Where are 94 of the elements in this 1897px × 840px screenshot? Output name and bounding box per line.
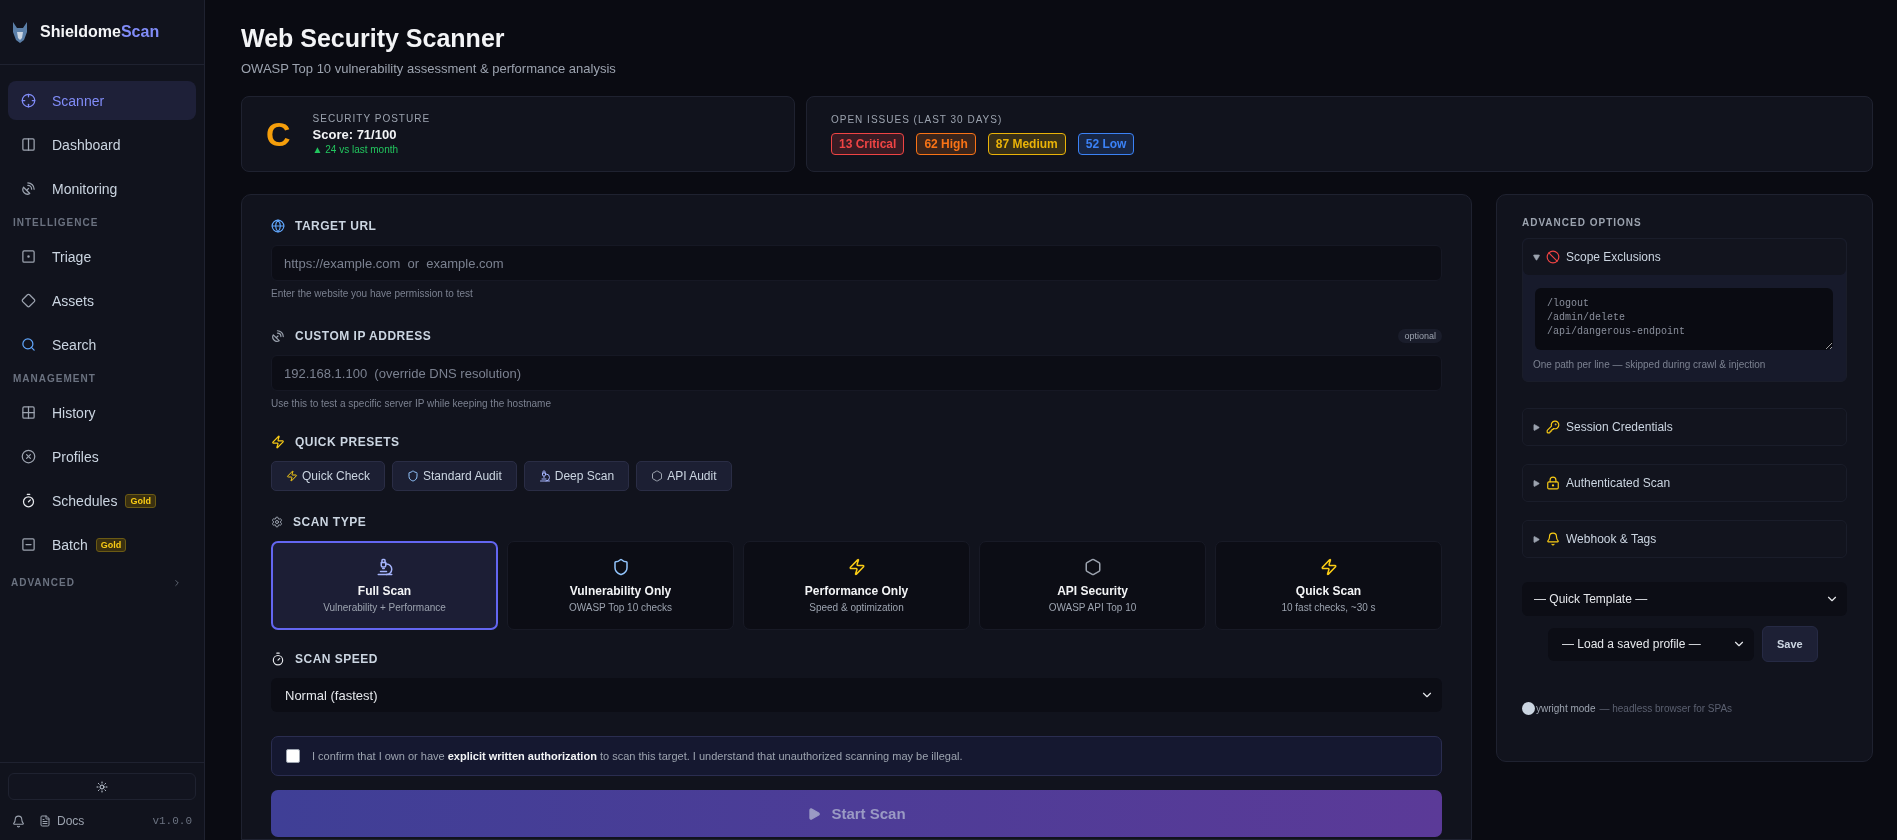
score-text: Score: 71/100 bbox=[312, 127, 398, 142]
issue-count-badge: 52 Low bbox=[1077, 132, 1135, 155]
stopwatch-icon bbox=[271, 652, 285, 666]
satellite-dish-icon bbox=[271, 329, 285, 343]
toggle-label: ywright mode bbox=[1536, 703, 1596, 714]
field-label: QUICK PRESETS bbox=[295, 435, 400, 449]
help-text: Use this to test a specific server IP while keeping the hostname bbox=[271, 398, 552, 409]
nav-item[interactable]: Assets bbox=[8, 281, 196, 320]
stopwatch-icon bbox=[21, 493, 36, 508]
prohibited-icon bbox=[1546, 250, 1560, 264]
grade-letter: C bbox=[266, 114, 291, 154]
issue-count-badge: 87 Medium bbox=[987, 132, 1066, 155]
square-minus-icon bbox=[21, 537, 36, 552]
field-label: SCAN SPEED bbox=[295, 652, 379, 666]
toggle-hint: — headless browser for SPAs bbox=[1599, 703, 1733, 714]
bell-icon bbox=[1546, 532, 1560, 546]
consent-text: I confirm that I own or have explicit written authorization to scan this target. I understand that unauthorized scanning may be illegal. bbox=[312, 750, 963, 762]
hexagon-icon bbox=[1083, 558, 1102, 576]
crosshair-icon bbox=[21, 93, 36, 108]
issue-count-badge: 62 High bbox=[916, 132, 976, 155]
card-label: SECURITY POSTURE bbox=[312, 113, 431, 124]
key-icon bbox=[1546, 420, 1560, 434]
checkbox[interactable] bbox=[286, 749, 300, 763]
nav-item[interactable]: Monitoring bbox=[8, 169, 196, 208]
columns-icon bbox=[21, 137, 36, 152]
field-label: TARGET URL bbox=[295, 219, 377, 233]
accordion-header[interactable]: Scope Exclusions bbox=[1523, 239, 1846, 275]
gear-icon bbox=[271, 516, 283, 528]
microscope-icon bbox=[375, 558, 394, 576]
grid-icon bbox=[21, 405, 36, 420]
input-field[interactable]: 192.168.1.100 (override DNS resolution) bbox=[271, 355, 1442, 391]
template-select[interactable]: — Quick Template — bbox=[1522, 582, 1847, 616]
preset-button[interactable]: Deep Scan bbox=[523, 461, 630, 491]
tier-badge: Gold bbox=[95, 537, 127, 552]
search-icon bbox=[21, 337, 36, 352]
scan-type-option[interactable]: Vulnerability Only OWASP Top 10 checks bbox=[507, 541, 734, 630]
panel-title: ADVANCED OPTIONS bbox=[1522, 217, 1643, 228]
shield-icon bbox=[407, 470, 420, 482]
tier-badge: Gold bbox=[125, 493, 156, 508]
help-text: One path per line — skipped during crawl & injection bbox=[1532, 358, 1767, 372]
page-subtitle: OWASP Top 10 vulnerability assessment & performance analysis bbox=[241, 61, 617, 76]
nav-item[interactable]: Dashboard bbox=[8, 125, 196, 164]
scan-type-option[interactable]: Performance Only Speed & optimization bbox=[743, 541, 970, 630]
version-label: v1.0.0 bbox=[152, 815, 192, 827]
lightning-icon bbox=[847, 558, 866, 576]
preset-button[interactable]: API Audit bbox=[636, 461, 732, 491]
scan-type-option[interactable]: Quick Scan 10 fast checks, ~30 s bbox=[1215, 541, 1442, 630]
advanced-section-toggle[interactable]: ADVANCED bbox=[0, 569, 204, 588]
nav-item[interactable]: Search bbox=[8, 325, 196, 364]
field-label: CUSTOM IP ADDRESS bbox=[295, 329, 432, 343]
exclusions-textarea[interactable]: /logout /admin/delete /api/dangerous-endpoint bbox=[1535, 288, 1833, 350]
nav-item[interactable]: Scanner bbox=[8, 81, 196, 120]
help-text: Enter the website you have permission to test bbox=[271, 288, 474, 299]
sun-icon bbox=[96, 780, 108, 793]
docs-link[interactable]: Docs bbox=[39, 814, 85, 828]
lock-icon bbox=[1546, 476, 1560, 490]
issue-count-badge: 13 Critical bbox=[831, 132, 905, 155]
fox-logo-icon bbox=[10, 20, 30, 44]
lightning-icon bbox=[286, 470, 298, 482]
satellite-dish-icon bbox=[21, 181, 36, 196]
profile-select[interactable]: — Load a saved profile — bbox=[1548, 627, 1754, 661]
scan-type-option[interactable]: Full Scan Vulnerability + Performance bbox=[271, 541, 498, 630]
card-label: OPEN ISSUES (LAST 30 DAYS) bbox=[831, 113, 1004, 125]
field-label: SCAN TYPE bbox=[293, 515, 367, 529]
hexagon-icon bbox=[651, 470, 664, 482]
play-icon bbox=[807, 806, 822, 821]
nav-section-title: MANAGEMENT bbox=[12, 372, 97, 386]
nav-item[interactable]: Triage bbox=[8, 237, 196, 276]
scan-speed-select[interactable]: Normal (fastest) bbox=[271, 678, 1442, 712]
scan-type-option[interactable]: API Security OWASP API Top 10 bbox=[979, 541, 1206, 630]
circle-x-icon bbox=[21, 449, 36, 464]
input-field[interactable]: https://example.com or example.com bbox=[271, 245, 1442, 281]
lightning-icon bbox=[1319, 558, 1338, 576]
page-title: Web Security Scanner bbox=[241, 24, 506, 53]
optional-tag: optional bbox=[1398, 329, 1442, 343]
preset-button[interactable]: Standard Audit bbox=[392, 461, 517, 491]
nav-item[interactable]: Schedules Gold bbox=[8, 481, 196, 520]
diamond-icon bbox=[21, 293, 36, 308]
toggle-knob[interactable] bbox=[1522, 702, 1535, 715]
score-change: ▲ 24 vs last month bbox=[312, 144, 400, 155]
brand-name: ShieldomeScan bbox=[40, 23, 160, 41]
save-button[interactable]: Save bbox=[1762, 626, 1818, 662]
shield-icon bbox=[611, 558, 630, 576]
globe-icon bbox=[271, 219, 285, 233]
nav-item[interactable]: History bbox=[8, 393, 196, 432]
nav-item[interactable]: Batch Gold bbox=[8, 525, 196, 564]
document-icon bbox=[39, 815, 51, 827]
preset-button[interactable]: Quick Check bbox=[271, 461, 386, 491]
theme-toggle-button[interactable] bbox=[8, 773, 196, 800]
nav-item[interactable]: Profiles bbox=[8, 437, 196, 476]
lightning-icon bbox=[271, 435, 285, 449]
bell-icon[interactable] bbox=[12, 814, 25, 828]
nav-section-title: INTELLIGENCE bbox=[12, 216, 100, 230]
microscope-icon bbox=[538, 470, 551, 482]
